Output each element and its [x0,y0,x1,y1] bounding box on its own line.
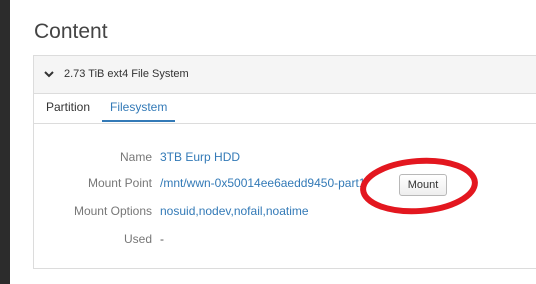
used-value: - [160,232,164,246]
mount-button[interactable]: Mount [399,174,447,196]
mount-options-label: Mount Options [73,204,152,218]
name-value[interactable]: 3TB Eurp HDD [160,150,240,164]
tab-filesystem[interactable]: Filesystem [102,94,176,122]
used-row: Used - [34,232,536,248]
used-label: Used [123,232,152,246]
tab-bar: Partition Filesystem [34,94,536,124]
name-label: Name [119,150,152,164]
tab-partition[interactable]: Partition [38,94,98,122]
filesystem-panel: 2.73 TiB ext4 File System Partition File… [33,55,536,269]
left-dark-bar [0,0,10,284]
name-row: Name 3TB Eurp HDD [34,150,536,166]
mount-options-row: Mount Options nosuid,nodev,nofail,noatim… [34,204,536,220]
panel-title: 2.73 TiB ext4 File System [64,68,189,80]
mount-options-value[interactable]: nosuid,nodev,nofail,noatime [160,204,309,218]
panel-header[interactable]: 2.73 TiB ext4 File System [34,56,536,94]
page-title: Content [34,20,108,43]
mount-point-label: Mount Point [87,176,152,190]
chevron-down-icon[interactable] [43,68,55,80]
mount-point-row: Mount Point /mnt/wwn-0x50014ee6aedd9450-… [34,176,536,192]
mount-point-value[interactable]: /mnt/wwn-0x50014ee6aedd9450-part1 [160,176,365,190]
